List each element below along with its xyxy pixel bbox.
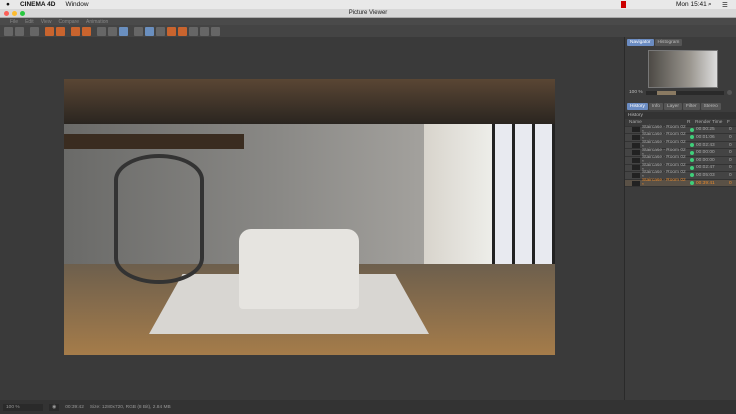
menu-compare[interactable]: Compare: [58, 19, 79, 25]
tab-history[interactable]: History: [627, 103, 648, 110]
record-icon[interactable]: [621, 1, 626, 8]
tab-layer[interactable]: Layer: [663, 103, 682, 110]
row-f: 0: [729, 142, 732, 148]
frame3-icon[interactable]: [119, 26, 128, 36]
tool-icon[interactable]: [30, 26, 39, 36]
thumbnail: [632, 142, 640, 148]
row-time: 00:02:43: [696, 142, 715, 148]
status-dot-icon: [690, 165, 694, 170]
status-dot-icon: [690, 150, 694, 155]
status-dot-icon: [690, 181, 694, 186]
thumbnail: [632, 157, 640, 163]
thumbnail: [632, 127, 640, 133]
row-time: 00:00:00: [696, 150, 715, 156]
status-dot-icon: [690, 127, 694, 132]
status-dot-icon: [690, 135, 694, 140]
search-icon[interactable]: ⌕: [708, 1, 712, 9]
status-info: Size: 1280x720, RGB (8 Bit), 2.84 MB: [89, 404, 171, 410]
window-menu[interactable]: Window: [65, 1, 88, 8]
row-f: 0: [729, 127, 732, 133]
view2-icon[interactable]: [156, 26, 165, 36]
zoom-select[interactable]: 100 %: [3, 403, 43, 411]
zoom-slider[interactable]: [645, 90, 724, 95]
thumbnail: [632, 180, 640, 186]
app-menubar: File Edit View Compare Animation: [0, 18, 736, 25]
close-button[interactable]: [4, 11, 9, 16]
row-time: 00:39:41: [696, 180, 715, 186]
compare-a-icon[interactable]: [71, 26, 80, 36]
window-title: Picture Viewer: [348, 10, 388, 16]
rendered-image[interactable]: [64, 79, 555, 355]
navigator-zoom[interactable]: 100 %: [629, 90, 643, 95]
view-icon[interactable]: [134, 26, 143, 36]
view-active-icon[interactable]: [145, 26, 154, 36]
thumbnail: [632, 172, 640, 178]
row-f: 0: [729, 172, 732, 178]
menu-animation[interactable]: Animation: [86, 19, 108, 25]
side-panel: Navigator Histogram 100 % History Info L…: [624, 37, 736, 400]
row-f: 0: [729, 134, 732, 140]
minimize-button[interactable]: [12, 11, 17, 16]
app-menu[interactable]: CINEMA 4D: [20, 1, 56, 8]
status-time: 00:39:42: [65, 404, 84, 410]
zoom-reset-icon[interactable]: [727, 90, 732, 95]
status-bar: 100 % ◉ 00:39:42 Size: 1280x720, RGB (8 …: [0, 400, 736, 414]
render-icon[interactable]: [45, 26, 54, 36]
thumbnail: [632, 134, 640, 140]
row-f: 0: [729, 165, 732, 171]
menu-edit[interactable]: Edit: [25, 19, 34, 25]
tab-filter[interactable]: Filter: [682, 103, 700, 110]
col-r[interactable]: R: [687, 120, 695, 125]
tab-navigator[interactable]: Navigator: [627, 39, 654, 46]
status-icon[interactable]: ◉: [49, 403, 60, 411]
apple-icon[interactable]: ●: [6, 1, 10, 8]
zoom-button[interactable]: [20, 11, 25, 16]
row-f: 0: [729, 157, 732, 163]
row-time: 00:05:03: [696, 172, 715, 178]
channel-icon[interactable]: [167, 26, 176, 36]
col-render-time[interactable]: Render Time: [695, 120, 727, 125]
row-time: 00:02:47: [696, 165, 715, 171]
render-region-icon[interactable]: [56, 26, 65, 36]
toolbar: [0, 25, 736, 37]
row-f: 0: [729, 150, 732, 156]
row-time: 00:00:25: [696, 127, 715, 133]
list-icon[interactable]: ☰: [722, 1, 728, 9]
thumbnail: [632, 150, 640, 156]
window-titlebar: Picture Viewer: [0, 9, 736, 18]
compare-b-icon[interactable]: [82, 26, 91, 36]
status-dot-icon: [690, 158, 694, 163]
tab-histogram[interactable]: Histogram: [654, 39, 683, 46]
open-icon[interactable]: [4, 26, 13, 36]
row-time: 00:00:00: [696, 157, 715, 163]
status-dot-icon: [690, 173, 694, 178]
row-name: Staircase - Room 02 *: [642, 178, 686, 189]
row-time: 00:01:06: [696, 134, 715, 140]
thumbnail: [632, 165, 640, 171]
menu-view[interactable]: View: [41, 19, 52, 25]
grid-icon[interactable]: [189, 26, 198, 36]
history-row[interactable]: Staircase - Room 02 * 00:39:41 0: [625, 178, 736, 189]
grid2-icon[interactable]: [200, 26, 209, 36]
row-f: 0: [729, 180, 732, 186]
grid3-icon[interactable]: [211, 26, 220, 36]
tab-stereo[interactable]: Stereo: [700, 103, 721, 110]
navigator-thumbnail[interactable]: [648, 50, 718, 88]
status-dot-icon: [690, 143, 694, 148]
col-f[interactable]: F: [727, 120, 730, 125]
tab-info[interactable]: Info: [648, 103, 663, 110]
mac-menubar: ● CINEMA 4D Window Mon 15:41 ⌕ ☰: [0, 0, 736, 9]
menu-file[interactable]: File: [10, 19, 18, 25]
frame-icon[interactable]: [97, 26, 106, 36]
channel2-icon[interactable]: [178, 26, 187, 36]
save-icon[interactable]: [15, 26, 24, 36]
history-title: History: [625, 112, 736, 119]
clock: Mon 15:41: [676, 1, 707, 8]
frame2-icon[interactable]: [108, 26, 117, 36]
